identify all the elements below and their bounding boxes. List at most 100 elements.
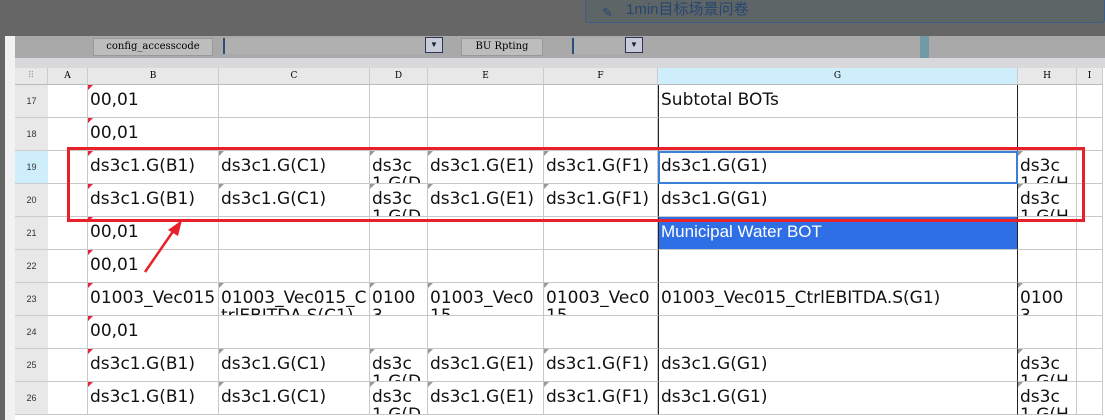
cell-H19[interactable]: ds3c1.G(H1) <box>1018 151 1077 184</box>
row-header[interactable]: 21 <box>15 217 48 250</box>
cell-C18[interactable] <box>219 118 370 151</box>
cell-E26[interactable]: ds3c1.G(E1) <box>428 382 544 415</box>
dropdown-arrow-icon[interactable]: ▼ <box>425 37 443 53</box>
cell-F23[interactable]: 01003_Vec015_ <box>544 283 658 316</box>
cell-D17[interactable] <box>370 85 428 118</box>
cell-I21[interactable] <box>1077 217 1103 250</box>
row-header[interactable]: 17 <box>15 85 48 118</box>
cell-H26[interactable]: ds3c1.G(H1) <box>1018 382 1077 415</box>
cell-E24[interactable] <box>428 316 544 349</box>
cell-A18[interactable] <box>48 118 88 151</box>
cell-H18[interactable] <box>1018 118 1077 151</box>
cell-C25[interactable]: ds3c1.G(C1) <box>219 349 370 382</box>
cell-G19[interactable]: ds3c1.G(G1) <box>658 151 1018 184</box>
cell-B26[interactable]: ds3c1.G(B1) <box>88 382 219 415</box>
cell-F17[interactable] <box>544 85 658 118</box>
cell-A25[interactable] <box>48 349 88 382</box>
cell-E20[interactable]: ds3c1.G(E1) <box>428 184 544 217</box>
cell-G21[interactable]: Municipal Water BOT <box>658 217 1018 250</box>
row-header[interactable]: 24 <box>15 316 48 349</box>
cell-C19[interactable]: ds3c1.G(C1) <box>219 151 370 184</box>
cell-G25[interactable]: ds3c1.G(G1) <box>658 349 1018 382</box>
row-header[interactable]: 22 <box>15 250 48 283</box>
cell-C17[interactable] <box>219 85 370 118</box>
cell-F21[interactable] <box>544 217 658 250</box>
cell-A20[interactable] <box>48 184 88 217</box>
dropdown-arrow-icon[interactable]: ▼ <box>625 37 643 53</box>
cell-C21[interactable] <box>219 217 370 250</box>
cell-G22[interactable] <box>658 250 1018 283</box>
row-header[interactable]: 18 <box>15 118 48 151</box>
column-header-G[interactable]: G <box>658 68 1018 85</box>
cell-B22[interactable]: 00,01 <box>88 250 219 283</box>
window-tab[interactable]: ✎ 1min目标场景问卷 <box>585 0 1105 23</box>
row-header[interactable]: 23 <box>15 283 48 316</box>
cell-F26[interactable]: ds3c1.G(F1) <box>544 382 658 415</box>
cell-C23[interactable]: 01003_Vec015_CtrlEBITDA.S(C1) <box>219 283 370 316</box>
cell-H23[interactable]: 01003_ <box>1018 283 1077 316</box>
param-input-config-accesscode[interactable] <box>223 38 425 54</box>
cell-G20[interactable]: ds3c1.G(G1) <box>658 184 1018 217</box>
cell-H20[interactable]: ds3c1.G(H1) <box>1018 184 1077 217</box>
column-header-D[interactable]: D <box>370 68 428 85</box>
column-header-C[interactable]: C <box>219 68 370 85</box>
row-header[interactable]: 20 <box>15 184 48 217</box>
cell-D18[interactable] <box>370 118 428 151</box>
cell-D20[interactable]: ds3c1.G(D1) <box>370 184 428 217</box>
cell-D22[interactable] <box>370 250 428 283</box>
cell-E17[interactable] <box>428 85 544 118</box>
cell-A17[interactable] <box>48 85 88 118</box>
column-header-I[interactable]: I <box>1077 68 1103 85</box>
param-input-bu-rpting[interactable] <box>572 38 624 54</box>
cell-D19[interactable]: ds3c1.G(D1) <box>370 151 428 184</box>
cell-I24[interactable] <box>1077 316 1103 349</box>
cell-A22[interactable] <box>48 250 88 283</box>
cell-I22[interactable] <box>1077 250 1103 283</box>
cell-H22[interactable] <box>1018 250 1077 283</box>
row-header[interactable]: 25 <box>15 349 48 382</box>
cell-A26[interactable] <box>48 382 88 415</box>
cell-E18[interactable] <box>428 118 544 151</box>
cell-F24[interactable] <box>544 316 658 349</box>
cell-A23[interactable] <box>48 283 88 316</box>
cell-H25[interactable]: ds3c1.G(H1) <box>1018 349 1077 382</box>
cell-I19[interactable] <box>1077 151 1103 184</box>
cell-F20[interactable]: ds3c1.G(F1) <box>544 184 658 217</box>
row-header[interactable]: 26 <box>15 382 48 415</box>
cell-I18[interactable] <box>1077 118 1103 151</box>
cell-G24[interactable] <box>658 316 1018 349</box>
cell-D21[interactable] <box>370 217 428 250</box>
cell-G17[interactable]: Subtotal BOTs <box>658 85 1018 118</box>
select-all-corner[interactable]: ⠿ <box>15 68 48 85</box>
cell-I26[interactable] <box>1077 382 1103 415</box>
column-header-H[interactable]: H <box>1018 68 1077 85</box>
cell-E22[interactable] <box>428 250 544 283</box>
column-header-B[interactable]: B <box>88 68 219 85</box>
cell-A24[interactable] <box>48 316 88 349</box>
cell-E19[interactable]: ds3c1.G(E1) <box>428 151 544 184</box>
cell-H21[interactable] <box>1018 217 1077 250</box>
cell-C24[interactable] <box>219 316 370 349</box>
cell-F19[interactable]: ds3c1.G(F1) <box>544 151 658 184</box>
cell-I17[interactable] <box>1077 85 1103 118</box>
cell-I23[interactable] <box>1077 283 1103 316</box>
column-header-A[interactable]: A <box>48 68 88 85</box>
cell-B20[interactable]: ds3c1.G(B1) <box>88 184 219 217</box>
cell-I25[interactable] <box>1077 349 1103 382</box>
cell-A19[interactable] <box>48 151 88 184</box>
cell-E21[interactable] <box>428 217 544 250</box>
cell-H24[interactable] <box>1018 316 1077 349</box>
cell-F22[interactable] <box>544 250 658 283</box>
cell-A21[interactable] <box>48 217 88 250</box>
cell-B21[interactable]: 00,01 <box>88 217 219 250</box>
splitter-handle[interactable] <box>920 36 929 58</box>
row-header[interactable]: 19 <box>15 151 48 184</box>
cell-B24[interactable]: 00,01 <box>88 316 219 349</box>
column-header-F[interactable]: F <box>544 68 658 85</box>
cell-H17[interactable] <box>1018 85 1077 118</box>
cell-G18[interactable] <box>658 118 1018 151</box>
cell-D23[interactable]: 01003_ <box>370 283 428 316</box>
cell-C22[interactable] <box>219 250 370 283</box>
cell-B25[interactable]: ds3c1.G(B1) <box>88 349 219 382</box>
cell-F18[interactable] <box>544 118 658 151</box>
